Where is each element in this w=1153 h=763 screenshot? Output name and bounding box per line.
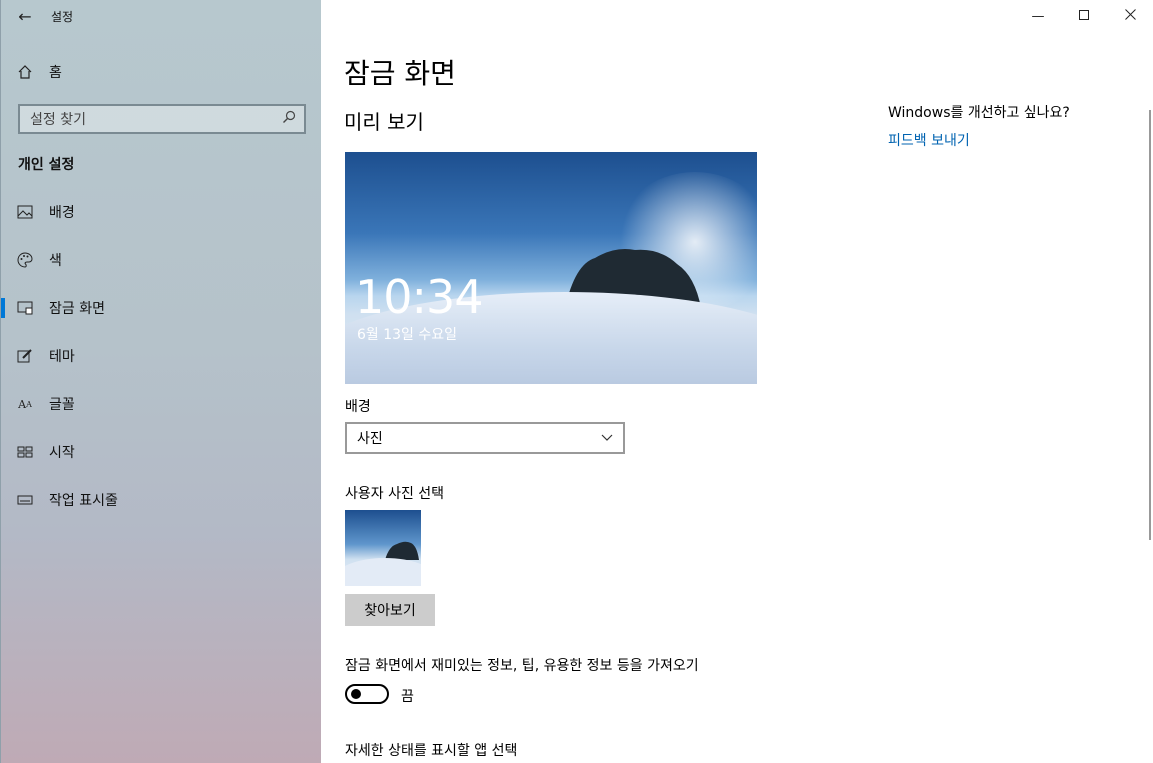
sidebar: ← 설정 홈 설정 찾기 개인 설정 배경 색 잠금 화면 테마 A A 글꼴 … [0, 0, 321, 763]
background-dropdown[interactable]: 사진 [345, 422, 625, 454]
minimize-icon: — [1031, 8, 1045, 24]
toggle-knob [351, 689, 361, 699]
main-content: — 잠금 화면 미리 보기 10:34 6월 13일 수요일 배경 사진 사용자… [321, 0, 1153, 763]
fun-facts-state: 끔 [401, 689, 414, 705]
sidebar-item-label: 글꼴 [49, 397, 75, 413]
palette-icon [1, 252, 49, 268]
thumbnail-trees-image [385, 541, 419, 560]
fun-facts-toggle[interactable] [345, 684, 389, 704]
sidebar-item-label: 색 [49, 253, 62, 269]
search-icon [282, 110, 296, 128]
sidebar-item-taskbar[interactable]: 작업 표시줄 [1, 480, 322, 520]
title-bar: ← 설정 [1, 0, 322, 32]
close-button[interactable] [1107, 0, 1153, 32]
sidebar-item-background[interactable]: 배경 [1, 192, 322, 232]
sidebar-item-color[interactable]: 색 [1, 240, 322, 280]
preview-clock: 10:34 [355, 270, 484, 324]
start-icon [1, 446, 49, 458]
minimize-button[interactable]: — [1015, 0, 1061, 32]
back-arrow-icon: ← [18, 6, 32, 26]
background-dropdown-value: 사진 [357, 431, 383, 447]
scrollbar[interactable] [1149, 110, 1151, 540]
maximize-icon [1079, 9, 1089, 24]
feedback-question: Windows를 개선하고 싶나요? [888, 105, 1070, 121]
font-icon: AA [18, 397, 32, 411]
search-input[interactable]: 설정 찾기 [18, 104, 306, 134]
browse-button[interactable]: 찾아보기 [345, 594, 435, 626]
close-icon [1124, 8, 1136, 24]
picture-icon [1, 205, 49, 219]
preview-heading: 미리 보기 [344, 110, 424, 134]
sidebar-item-label: 작업 표시줄 [49, 493, 118, 509]
app-title: 설정 [51, 9, 74, 24]
window-controls: — [1015, 0, 1153, 32]
sidebar-item-theme[interactable]: 테마 [1, 336, 322, 376]
chevron-down-icon [601, 430, 613, 446]
thumbnail-snow [345, 558, 421, 586]
sidebar-item-home[interactable]: 홈 [1, 56, 322, 88]
fun-facts-label: 잠금 화면에서 재미있는 정보, 팁, 유용한 정보 등을 가져오기 [345, 658, 699, 674]
choose-photo-label: 사용자 사진 선택 [345, 486, 445, 502]
taskbar-icon [1, 495, 49, 505]
detailed-status-label: 자세한 상태를 표시할 앱 선택 [345, 743, 518, 759]
sidebar-item-label: 배경 [49, 205, 75, 221]
lock-screen-icon [1, 301, 49, 315]
section-title: 개인 설정 [18, 157, 75, 173]
background-label: 배경 [345, 399, 371, 415]
lock-screen-preview: 10:34 6월 13일 수요일 [345, 152, 757, 384]
search-placeholder: 설정 찾기 [30, 112, 86, 128]
feedback-link[interactable]: 피드백 보내기 [888, 130, 970, 150]
home-icon [1, 64, 49, 80]
preview-date: 6월 13일 수요일 [357, 327, 458, 343]
photo-thumbnail[interactable] [345, 510, 421, 586]
sidebar-item-lock-screen[interactable]: 잠금 화면 [1, 288, 322, 328]
sidebar-item-start[interactable]: 시작 [1, 432, 322, 472]
sidebar-item-label: 시작 [49, 445, 75, 461]
theme-brush-icon [1, 348, 49, 364]
sidebar-item-label: 테마 [49, 349, 75, 365]
back-button[interactable]: ← [1, 0, 49, 32]
sidebar-item-fonts[interactable]: AA 글꼴 [1, 384, 322, 424]
sidebar-item-label: 홈 [49, 65, 62, 81]
sidebar-item-label: 잠금 화면 [49, 301, 105, 317]
page-title: 잠금 화면 [344, 57, 456, 90]
maximize-button[interactable] [1061, 0, 1107, 32]
